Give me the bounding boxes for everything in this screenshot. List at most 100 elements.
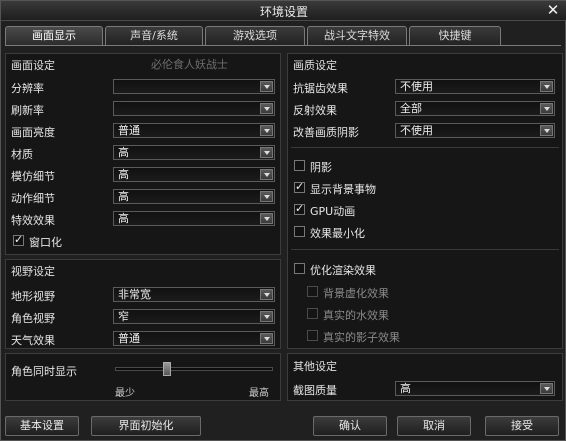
quality-section-title: 画质设定 <box>293 59 337 72</box>
minimize-effects-label: 效果最小化 <box>310 227 365 240</box>
realistic-water-checkbox[interactable] <box>307 308 318 319</box>
background-objects-checkbox[interactable] <box>294 180 305 193</box>
brightness-label: 画面亮度 <box>11 126 55 139</box>
weather-select[interactable]: 普通 <box>113 331 275 346</box>
antialias-value: 不使用 <box>400 80 433 93</box>
antialias-select[interactable]: 不使用 <box>395 79 555 94</box>
basic-settings-button[interactable]: 基本设置 <box>5 416 79 436</box>
tab-sound-system[interactable]: 声音/系统 <box>105 26 203 45</box>
reflection-value: 全部 <box>400 102 422 115</box>
quality-settings-panel <box>287 53 563 349</box>
view-section-title: 视野设定 <box>11 265 55 278</box>
dropdown-arrow-icon[interactable] <box>260 103 273 114</box>
cancel-button[interactable]: 取消 <box>397 416 471 436</box>
brightness-value: 普通 <box>118 124 140 137</box>
confirm-button[interactable]: 确认 <box>313 416 387 436</box>
optimize-render-label: 优化渲染效果 <box>310 264 376 277</box>
windowed-checkbox[interactable] <box>13 233 24 246</box>
screenshot-quality-select[interactable]: 高 <box>395 381 555 396</box>
antialias-label: 抗锯齿效果 <box>293 82 348 95</box>
dropdown-arrow-icon[interactable] <box>540 125 553 136</box>
background-text: 必伦食人妖战士 <box>151 58 228 71</box>
animation-detail-value: 高 <box>118 190 129 203</box>
tab-combat-text[interactable]: 战斗文字特效 <box>307 26 407 45</box>
minimize-effects-checkbox[interactable] <box>294 226 305 237</box>
background-blur-label: 背景虚化效果 <box>323 287 389 300</box>
slider-handle[interactable] <box>163 362 171 376</box>
optimize-render-checkbox[interactable] <box>294 263 305 274</box>
windowed-label: 窗口化 <box>29 236 62 249</box>
dropdown-arrow-icon[interactable] <box>260 333 273 344</box>
tab-underline <box>5 45 561 46</box>
weather-value: 普通 <box>118 332 140 345</box>
character-view-value: 窄 <box>118 310 129 323</box>
dropdown-arrow-icon[interactable] <box>540 103 553 114</box>
dropdown-arrow-icon[interactable] <box>260 213 273 224</box>
texture-value: 高 <box>118 146 129 159</box>
accept-button[interactable]: 接受 <box>485 416 559 436</box>
character-view-label: 角色视野 <box>11 312 55 325</box>
reflection-select[interactable]: 全部 <box>395 101 555 116</box>
shadow-quality-value: 不使用 <box>400 124 433 137</box>
dropdown-arrow-icon[interactable] <box>260 81 273 92</box>
texture-label: 材质 <box>11 148 33 161</box>
realistic-water-label: 真实的水效果 <box>323 309 389 322</box>
settings-window: 环境设置 ✕ 画面显示 声音/系统 游戏选项 战斗文字特效 快捷键 画面设定 必… <box>0 0 566 441</box>
slider-max-label: 最高 <box>249 388 269 399</box>
slider-min-label: 最少 <box>115 388 135 399</box>
model-detail-value: 高 <box>118 168 129 181</box>
dropdown-arrow-icon[interactable] <box>260 169 273 180</box>
texture-select[interactable]: 高 <box>113 145 275 160</box>
realistic-shadow-checkbox[interactable] <box>307 330 318 341</box>
shadow-quality-label: 改善画质阴影 <box>293 126 359 139</box>
tab-game-options[interactable]: 游戏选项 <box>205 26 305 45</box>
weather-label: 天气效果 <box>11 334 55 347</box>
screenshot-quality-label: 截图质量 <box>293 384 337 397</box>
model-detail-select[interactable]: 高 <box>113 167 275 182</box>
character-count-slider[interactable] <box>115 367 273 371</box>
model-detail-label: 模仿细节 <box>11 170 55 183</box>
refresh-rate-select[interactable] <box>113 101 275 116</box>
resolution-select[interactable] <box>113 79 275 94</box>
dropdown-arrow-icon[interactable] <box>260 147 273 158</box>
divider <box>291 147 559 148</box>
divider <box>291 249 559 250</box>
dropdown-arrow-icon[interactable] <box>260 289 273 300</box>
resolution-label: 分辨率 <box>11 82 44 95</box>
animation-detail-label: 动作细节 <box>11 192 55 205</box>
reflection-label: 反射效果 <box>293 104 337 117</box>
effects-value: 高 <box>118 212 129 225</box>
window-title: 环境设置 <box>259 5 308 19</box>
refresh-rate-label: 刷新率 <box>11 104 44 117</box>
character-view-select[interactable]: 窄 <box>113 309 275 324</box>
animation-detail-select[interactable]: 高 <box>113 189 275 204</box>
shadow-checkbox[interactable] <box>294 160 305 171</box>
effects-label: 特效效果 <box>11 214 55 227</box>
gpu-animation-label: GPU动画 <box>310 205 356 218</box>
shadow-label: 阴影 <box>310 161 332 174</box>
dropdown-arrow-icon[interactable] <box>260 311 273 322</box>
tab-hotkeys[interactable]: 快捷键 <box>409 26 501 45</box>
terrain-view-label: 地形视野 <box>11 290 55 303</box>
shadow-quality-select[interactable]: 不使用 <box>395 123 555 138</box>
terrain-view-select[interactable]: 非常宽 <box>113 287 275 302</box>
realistic-shadow-label: 真实的影子效果 <box>323 331 400 344</box>
title-bar[interactable]: 环境设置 ✕ <box>1 1 566 21</box>
character-count-label: 角色同时显示 <box>11 365 77 378</box>
background-blur-checkbox[interactable] <box>307 286 318 297</box>
dropdown-arrow-icon[interactable] <box>540 81 553 92</box>
display-section-title: 画面设定 <box>11 59 55 72</box>
gpu-animation-checkbox[interactable] <box>294 202 305 215</box>
effects-select[interactable]: 高 <box>113 211 275 226</box>
dropdown-arrow-icon[interactable] <box>540 383 553 394</box>
terrain-view-value: 非常宽 <box>118 288 151 301</box>
dropdown-arrow-icon[interactable] <box>260 125 273 136</box>
brightness-select[interactable]: 普通 <box>113 123 275 138</box>
close-icon[interactable]: ✕ <box>545 2 561 18</box>
reset-ui-button[interactable]: 界面初始化 <box>91 416 201 436</box>
background-objects-label: 显示背景事物 <box>310 183 376 196</box>
dropdown-arrow-icon[interactable] <box>260 191 273 202</box>
tab-display[interactable]: 画面显示 <box>5 26 103 46</box>
screenshot-quality-value: 高 <box>400 382 411 395</box>
other-section-title: 其他设定 <box>293 360 337 373</box>
